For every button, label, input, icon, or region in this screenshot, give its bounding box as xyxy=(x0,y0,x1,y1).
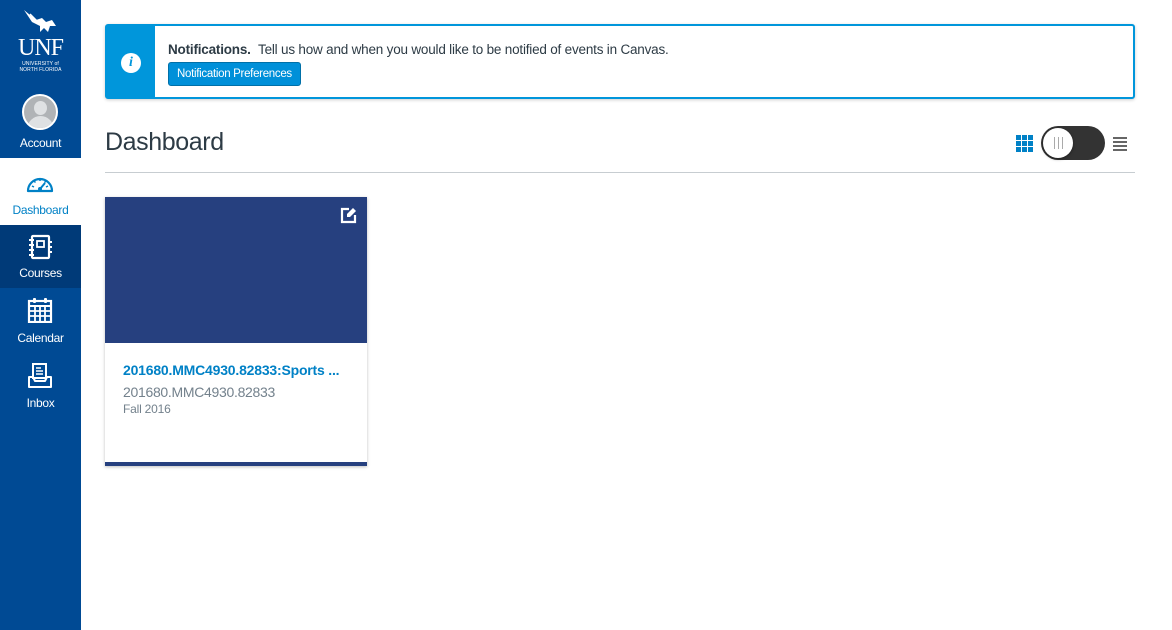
course-card-footer xyxy=(105,462,367,466)
inbox-icon xyxy=(28,363,52,388)
nav-item-label: Inbox xyxy=(26,396,55,410)
courses-notebook-icon xyxy=(29,234,52,260)
dashboard-view-toggle xyxy=(1016,126,1134,160)
course-card[interactable]: 201680.MMC4930.82833:Sports ... 201680.M… xyxy=(105,197,367,466)
course-term: Fall 2016 xyxy=(123,402,171,416)
nav-item-label: Calendar xyxy=(17,331,64,345)
logo-name: UNF xyxy=(17,35,64,61)
edit-icon[interactable] xyxy=(340,207,357,224)
alert-title: Notifications. xyxy=(168,42,251,57)
global-navigation: UNF UNIVERSITY of NORTH FLORIDA Account … xyxy=(0,0,81,630)
page-title: Dashboard xyxy=(105,128,224,156)
alert-text: Tell us how and when you would like to b… xyxy=(258,42,669,57)
nav-item-calendar[interactable]: Calendar xyxy=(0,288,81,352)
nav-item-courses[interactable]: Courses xyxy=(0,225,81,288)
notification-alert: i Notifications. Tell us how and when yo… xyxy=(105,24,1135,99)
view-toggle-switch[interactable] xyxy=(1041,126,1105,160)
notification-preferences-button[interactable]: Notification Preferences xyxy=(168,62,301,86)
grid-icon[interactable] xyxy=(1016,135,1034,152)
nav-item-label: Dashboard xyxy=(12,203,69,217)
alert-message: Notifications. Tell us how and when you … xyxy=(168,42,669,57)
unf-logo[interactable]: UNF UNIVERSITY of NORTH FLORIDA xyxy=(0,0,81,86)
title-divider xyxy=(105,172,1135,173)
osprey-logo-icon xyxy=(24,10,56,32)
alert-icon-column: i xyxy=(107,26,155,97)
toggle-knob[interactable] xyxy=(1043,128,1073,158)
course-card-hero[interactable] xyxy=(105,197,367,343)
nav-item-inbox[interactable]: Inbox xyxy=(0,352,81,416)
nav-item-dashboard[interactable]: Dashboard xyxy=(0,158,81,225)
avatar-icon xyxy=(22,94,58,130)
nav-item-label: Account xyxy=(19,136,62,150)
dashboard-gauge-icon xyxy=(26,177,54,193)
course-title-link[interactable]: 201680.MMC4930.82833:Sports ... xyxy=(123,362,355,378)
list-icon[interactable] xyxy=(1113,137,1127,151)
info-icon: i xyxy=(121,53,141,73)
calendar-icon xyxy=(27,298,53,323)
logo-subtitle-line2: NORTH FLORIDA xyxy=(19,67,62,73)
nav-item-account[interactable]: Account xyxy=(0,86,81,158)
nav-item-label: Courses xyxy=(19,266,62,280)
course-code: 201680.MMC4930.82833 xyxy=(123,384,276,400)
logo-subtitle: UNIVERSITY of NORTH FLORIDA xyxy=(0,61,81,73)
